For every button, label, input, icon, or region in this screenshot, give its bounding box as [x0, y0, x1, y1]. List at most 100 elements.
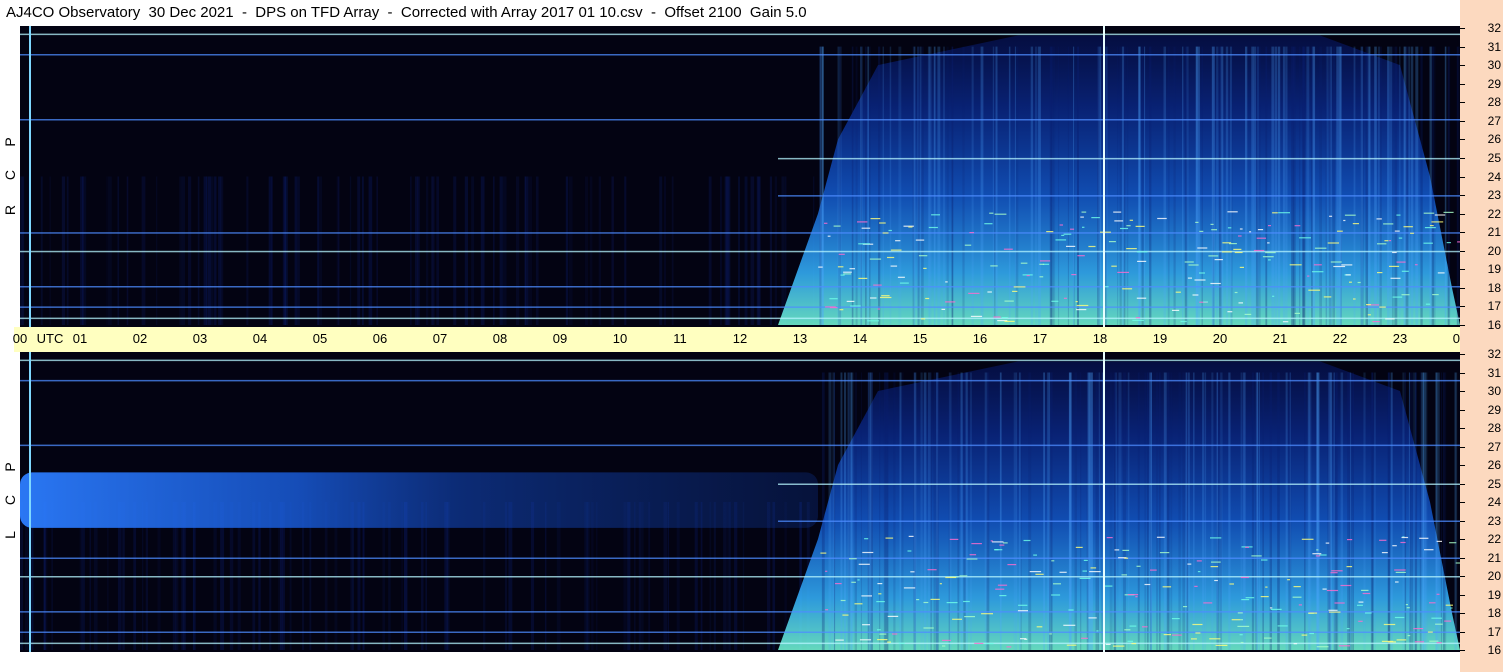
activity-streak [1229, 46, 1232, 325]
bright-speckle [964, 244, 972, 246]
activity-streak [851, 372, 854, 650]
bright-speckle [1001, 317, 1008, 319]
bright-speckle [1272, 295, 1275, 297]
noise-column [671, 176, 674, 325]
bright-speckle [858, 243, 870, 245]
bright-speckle [1063, 233, 1072, 235]
activity-streak [1432, 46, 1434, 325]
noise-column [188, 176, 192, 325]
bright-speckle [990, 265, 998, 267]
noise-column [516, 176, 520, 325]
carrier-line [778, 483, 1460, 485]
bright-speckle [1423, 242, 1433, 244]
mhz-tick-label: 16 [1487, 318, 1501, 332]
bright-speckle [1396, 639, 1407, 641]
bright-speckle [1326, 589, 1339, 592]
bright-speckle [840, 599, 846, 602]
bright-speckle [993, 316, 1001, 318]
activity-streak [929, 46, 931, 325]
bright-speckle [1081, 637, 1088, 639]
bright-speckle [1124, 629, 1131, 631]
noise-column [349, 176, 352, 325]
bright-speckle [1192, 623, 1203, 626]
bright-speckle [1289, 264, 1302, 266]
bright-speckle [1077, 255, 1085, 257]
activity-streak [1156, 372, 1159, 650]
activity-streak [870, 372, 873, 650]
mhz-tick-mark [1460, 195, 1465, 197]
noise-column [502, 176, 507, 325]
activity-streak [1340, 372, 1344, 650]
noise-column [283, 176, 286, 325]
bright-speckle [1278, 212, 1290, 214]
bright-speckle [840, 274, 845, 276]
bright-speckle [1136, 565, 1141, 567]
bright-speckle [1210, 223, 1214, 225]
carrier-line [20, 557, 1460, 559]
bright-speckle [1108, 241, 1116, 243]
activity-streak [1349, 372, 1352, 650]
activity-streak [1019, 372, 1021, 650]
activity-streak [1173, 46, 1176, 325]
bright-speckle [930, 598, 940, 600]
mhz-tick-mark [1460, 539, 1465, 540]
bright-speckle [1238, 235, 1242, 237]
activity-streak [867, 372, 870, 650]
activity-streak [1115, 372, 1117, 650]
bright-speckle [1079, 577, 1091, 579]
activity-streak [927, 46, 930, 325]
bright-speckle [1029, 571, 1042, 573]
activity-streak [1123, 372, 1126, 650]
activity-streak [960, 372, 963, 650]
bright-speckle [1346, 566, 1353, 568]
bright-speckle [999, 544, 1005, 546]
bright-speckle [1004, 320, 1015, 322]
bright-speckle [1229, 583, 1234, 585]
activity-streak [1053, 46, 1056, 325]
bright-speckle [991, 541, 1004, 543]
bright-speckle [1020, 262, 1028, 264]
activity-streak [930, 372, 932, 650]
bright-speckle [1347, 539, 1353, 541]
bright-speckle [1337, 230, 1343, 232]
bright-speckle [994, 213, 1007, 215]
bright-speckle [1308, 289, 1321, 291]
bright-speckle [1191, 638, 1197, 640]
mhz-tick-label: 17 [1487, 624, 1501, 639]
noise-column [436, 176, 439, 325]
activity-streak [1100, 46, 1102, 325]
bright-speckle [1429, 640, 1439, 642]
carrier-line [20, 232, 1460, 234]
bright-speckle [1175, 291, 1181, 293]
activity-streak [948, 372, 950, 650]
bright-speckle [1329, 215, 1333, 217]
bright-speckle [1429, 602, 1436, 604]
activity-streak [946, 46, 949, 325]
bright-speckle [1127, 640, 1133, 642]
bright-speckle [1066, 644, 1077, 646]
activity-streak [1333, 372, 1335, 650]
bright-speckle [1051, 560, 1055, 562]
carrier-line [20, 359, 1460, 362]
activity-streak [1028, 372, 1032, 650]
bright-speckle [1253, 249, 1265, 252]
bright-speckle [1129, 219, 1133, 221]
utc-tick-label: 02 [132, 331, 148, 346]
bright-speckle [1194, 279, 1206, 281]
bright-speckle [1053, 583, 1061, 585]
activity-streak [901, 372, 904, 650]
bright-speckle [842, 614, 849, 616]
activity-streak [1167, 46, 1170, 325]
marker-line-18utc [1103, 26, 1105, 327]
bright-speckle [1435, 623, 1443, 625]
bright-speckle [1081, 211, 1087, 213]
bright-speckle [1262, 256, 1274, 258]
bright-speckle [1401, 536, 1409, 539]
noise-column [410, 176, 412, 325]
bright-speckle [1039, 276, 1044, 278]
bright-speckle [1338, 645, 1351, 647]
activity-streak [1058, 46, 1060, 325]
carrier-line [20, 631, 1460, 633]
bright-speckle [858, 563, 870, 565]
activity-streak [1074, 372, 1077, 650]
